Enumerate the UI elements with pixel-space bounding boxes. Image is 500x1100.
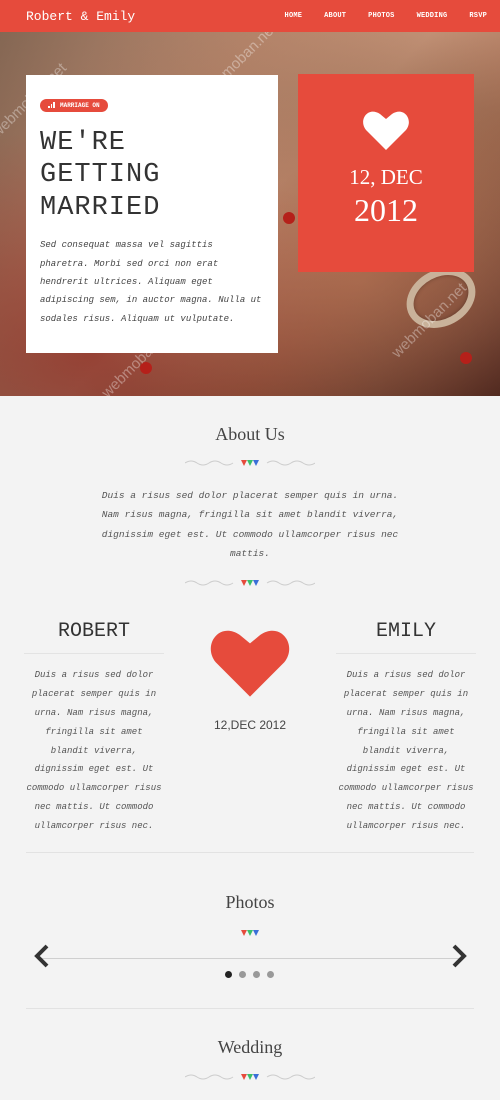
wedding-section-title: Wedding xyxy=(217,1037,283,1057)
bride-name: EMILY xyxy=(336,620,476,654)
carousel-pagination xyxy=(225,971,274,978)
berry-decoration xyxy=(460,352,472,364)
carousel-track xyxy=(40,958,460,959)
heart-icon xyxy=(210,630,290,697)
section-separator xyxy=(26,1008,474,1009)
carousel-dot[interactable] xyxy=(239,971,246,978)
berry-decoration xyxy=(140,362,152,374)
marriage-badge: MARRIAGE ON xyxy=(40,98,108,112)
date-year: 2012 xyxy=(354,192,418,228)
hero-text: Sed consequat massa vel sagittis pharetr… xyxy=(40,240,262,324)
nav-rsvp[interactable]: RSVP xyxy=(469,12,487,20)
bride-profile: EMILY Duis a risus sed dolor placerat se… xyxy=(336,620,476,836)
hero-title: WE'RE GETTING MARRIED xyxy=(40,128,161,223)
carousel-dot[interactable] xyxy=(267,971,274,978)
nav-wedding[interactable]: WEDDING xyxy=(417,12,448,20)
hero-info-card: MARRIAGE ON WE'RE GETTING MARRIED Sed co… xyxy=(26,75,278,353)
carousel-dot[interactable] xyxy=(253,971,260,978)
about-intro: Duis a risus sed dolor placerat semper q… xyxy=(101,490,399,560)
section-divider xyxy=(241,930,259,936)
about-section-title: About Us xyxy=(215,424,285,444)
nav-photos[interactable]: PHOTOS xyxy=(368,12,394,20)
photos-section-title: Photos xyxy=(225,892,275,912)
section-divider xyxy=(185,1074,315,1080)
chevron-right-icon[interactable] xyxy=(449,944,469,968)
nav-about[interactable]: ABOUT xyxy=(324,12,346,20)
heart-icon xyxy=(363,111,409,150)
hero-banner: webmoban.net webmoban.net webmoban.net w… xyxy=(0,32,500,396)
site-brand[interactable]: Robert & Emily xyxy=(26,9,135,24)
groom-bio: Duis a risus sed dolor placerat semper q… xyxy=(26,670,162,832)
groom-name: ROBERT xyxy=(24,620,164,654)
bride-bio: Duis a risus sed dolor placerat semper q… xyxy=(338,670,474,832)
berry-decoration xyxy=(283,212,295,224)
chevron-left-icon[interactable] xyxy=(32,944,52,968)
marriage-badge-label: MARRIAGE ON xyxy=(60,101,100,109)
section-divider xyxy=(185,460,315,466)
date-day-month: 12, DEC xyxy=(349,165,423,189)
carousel-dot[interactable] xyxy=(225,971,232,978)
nav-home[interactable]: HOME xyxy=(285,12,303,20)
section-divider xyxy=(185,580,315,586)
top-navbar: Robert & Emily HOME ABOUT PHOTOS WEDDING… xyxy=(0,0,500,32)
section-separator xyxy=(26,852,474,853)
wedding-date-card: 12, DEC 2012 xyxy=(298,74,474,272)
main-nav: HOME ABOUT PHOTOS WEDDING RSVP xyxy=(285,12,487,20)
signal-bars-icon xyxy=(48,102,55,108)
